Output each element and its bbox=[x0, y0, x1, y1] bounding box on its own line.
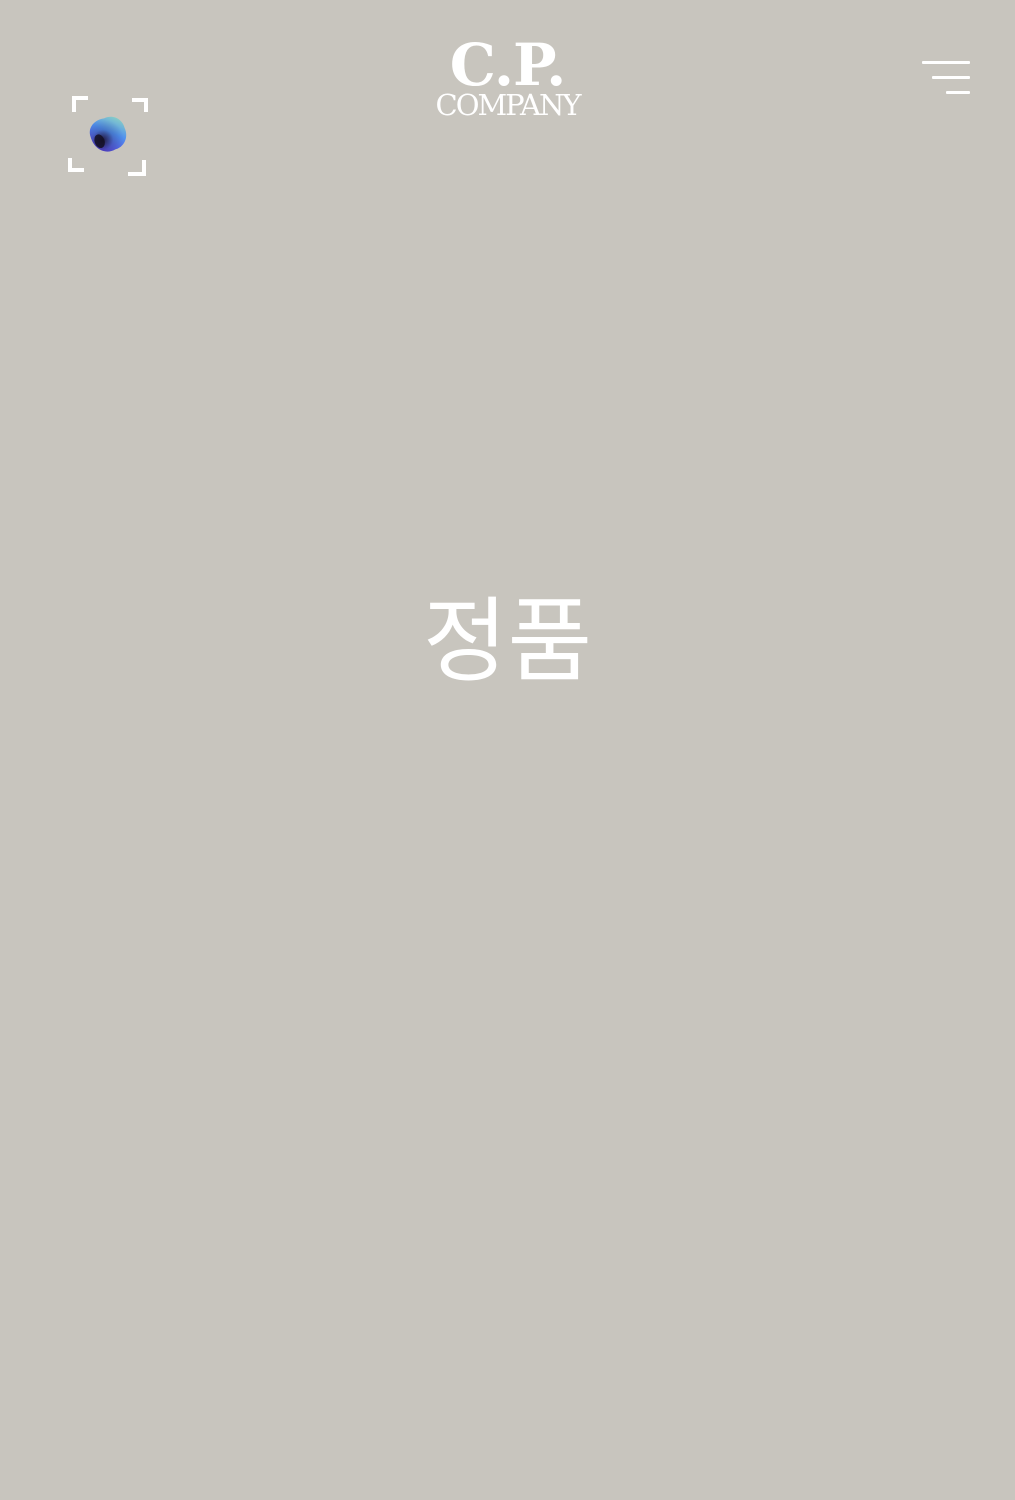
menu-line-middle bbox=[932, 76, 970, 79]
logo-line-cp: C.P. bbox=[449, 31, 567, 99]
logo-line-company: COMPANY bbox=[435, 88, 582, 122]
page-title: 정품 bbox=[422, 588, 593, 695]
menu-line-bottom bbox=[946, 91, 970, 94]
menu-line-top bbox=[922, 61, 970, 64]
brand-logo[interactable]: C.P. COMPANY bbox=[0, 36, 1015, 120]
menu-button[interactable] bbox=[920, 60, 974, 96]
